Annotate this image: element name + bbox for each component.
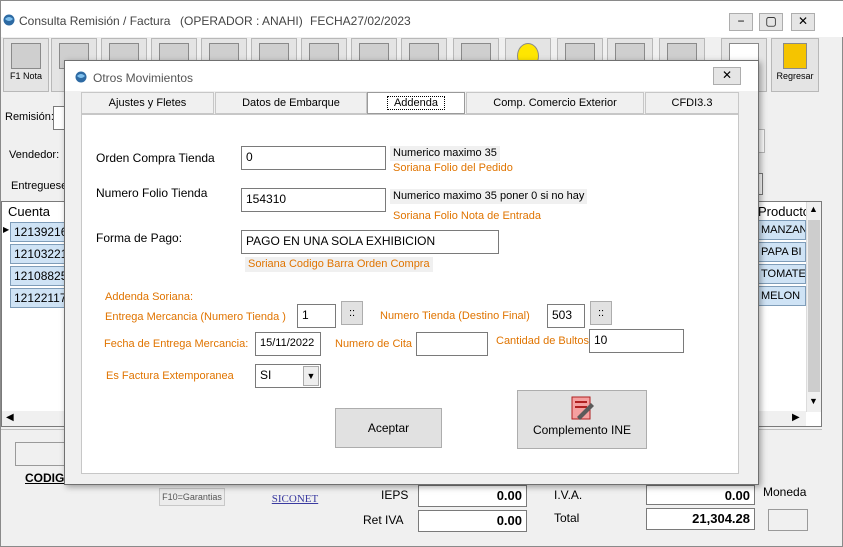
- main-title-bar: Consulta Remisión / Factura (OPERADOR : …: [1, 1, 843, 37]
- regresar-button[interactable]: Regresar: [771, 38, 819, 92]
- close-button[interactable]: ✕: [791, 13, 815, 31]
- toolbar-label: Regresar: [776, 71, 814, 81]
- app-title: Consulta Remisión / Factura: [19, 14, 171, 28]
- folio-sub: Soriana Folio Nota de Entrada: [393, 210, 541, 222]
- garantias-button[interactable]: F10=Garantias: [159, 488, 225, 506]
- producto-cell[interactable]: PAPA BI: [758, 242, 806, 262]
- cita-input[interactable]: [416, 332, 488, 356]
- toolbar-label: F1 Nota: [9, 71, 42, 81]
- aceptar-button[interactable]: Aceptar: [335, 408, 442, 448]
- siconet-logo: SICONET: [269, 491, 321, 517]
- tab-cfdi33[interactable]: CFDI3.3: [645, 92, 739, 114]
- maximize-button[interactable]: ▢: [759, 13, 783, 31]
- fecha-label: Fecha de Entrega Mercancia:: [104, 338, 249, 350]
- ieps-value: 0.00: [418, 485, 527, 507]
- cuenta-cell[interactable]: 12122117: [10, 288, 66, 308]
- vertical-scrollbar[interactable]: ▲ ▼: [806, 202, 821, 412]
- remision-label: Remisión:: [5, 111, 54, 123]
- minimize-button[interactable]: −: [729, 13, 753, 31]
- moneda-label: Moneda: [763, 485, 807, 499]
- footer-field[interactable]: [15, 442, 67, 466]
- scroll-right-icon[interactable]: ▶: [792, 412, 800, 423]
- cuenta-cell[interactable]: 12108825: [10, 266, 66, 286]
- extemporanea-select[interactable]: SI ▼: [255, 364, 321, 388]
- folio-label: Numero Folio Tienda: [96, 186, 208, 200]
- cuenta-header: Cuenta: [8, 204, 50, 219]
- retiva-label: Ret IVA: [363, 513, 404, 527]
- entrega-lookup-button[interactable]: ::: [341, 301, 363, 325]
- document-edit-icon: [569, 395, 595, 423]
- destino-lookup-button[interactable]: ::: [590, 301, 612, 325]
- exit-door-icon: [783, 43, 807, 69]
- dialog-title-bar: Otros Movimientos ✕: [65, 61, 758, 91]
- vendedor-label: Vendedor:: [9, 149, 60, 161]
- folio-hint: Numerico maximo 35 poner 0 si no hay: [390, 189, 588, 204]
- dialog-close-button[interactable]: ✕: [713, 67, 741, 85]
- addenda-soriana-label: Addenda Soriana:: [105, 291, 194, 303]
- app-icon: [3, 14, 15, 26]
- ieps-label: IEPS: [381, 488, 409, 502]
- scroll-up-icon[interactable]: ▲: [809, 204, 818, 214]
- producto-header: Producto: [758, 204, 811, 219]
- entreguese-label: Entreguese: [11, 180, 68, 192]
- destino-input[interactable]: 503: [547, 304, 585, 328]
- iva-value: 0.00: [646, 485, 755, 505]
- extemporanea-value: SI: [260, 368, 272, 382]
- iva-label: I.V.A.: [554, 488, 583, 502]
- extemporanea-label: Es Factura Extemporanea: [106, 370, 234, 382]
- orden-compra-hint: Numerico maximo 35: [390, 146, 500, 161]
- folio-input[interactable]: 154310: [241, 188, 386, 212]
- row-marker: ▶: [3, 225, 10, 234]
- tab-addenda-label: Addenda: [386, 96, 446, 110]
- orden-compra-input[interactable]: 0: [241, 146, 386, 170]
- dialog-app-icon: [75, 71, 87, 83]
- total-value: 21,304.28: [646, 508, 755, 530]
- entrega-label: Entrega Mercancia (Numero Tienda ): [105, 311, 286, 323]
- cuenta-cell[interactable]: 12103221: [10, 244, 66, 264]
- total-label: Total: [554, 511, 580, 525]
- orden-compra-sub: Soriana Folio del Pedido: [393, 162, 513, 174]
- retiva-value: 0.00: [418, 510, 527, 532]
- moneda-field[interactable]: [768, 509, 808, 531]
- destino-label: Numero Tienda (Destino Final): [380, 310, 530, 322]
- scroll-down-icon[interactable]: ▼: [809, 396, 818, 406]
- dropdown-arrow-icon[interactable]: ▼: [303, 366, 319, 386]
- operator-label: (OPERADOR : ANAHI): [180, 14, 303, 28]
- entrega-input[interactable]: 1: [297, 304, 336, 328]
- complemento-ine-button[interactable]: Complemento INE: [517, 390, 647, 449]
- note-icon: [11, 43, 41, 69]
- tab-addenda[interactable]: Addenda: [367, 92, 465, 114]
- aceptar-label: Aceptar: [367, 421, 410, 435]
- fecha-input[interactable]: 15/11/2022: [255, 332, 321, 356]
- forma-pago-sub: Soriana Codigo Barra Orden Compra: [245, 257, 433, 272]
- cita-label: Numero de Cita: [335, 338, 413, 350]
- tab-datos-embarque[interactable]: Datos de Embarque: [215, 92, 367, 114]
- cuenta-cell[interactable]: 12139216: [10, 222, 66, 242]
- dialog-title: Otros Movimientos: [93, 71, 194, 85]
- producto-cell[interactable]: TOMATE: [758, 264, 806, 284]
- producto-cell[interactable]: MELON: [758, 286, 806, 306]
- scroll-thumb[interactable]: [808, 220, 820, 392]
- toolbar-button-f1-nota[interactable]: F1 Nota: [3, 38, 49, 92]
- orden-compra-label: Orden Compra Tienda: [96, 151, 215, 165]
- producto-cell[interactable]: MANZAN: [758, 220, 806, 240]
- complemento-ine-label: Complemento INE: [532, 423, 632, 437]
- scroll-left-icon[interactable]: ◀: [6, 412, 14, 423]
- forma-pago-label: Forma de Pago:: [96, 231, 183, 245]
- otros-movimientos-dialog: Otros Movimientos ✕ Ajustes y Fletes Dat…: [64, 60, 759, 485]
- date-label: FECHA27/02/2023: [310, 14, 411, 28]
- addenda-panel: Orden Compra Tienda 0 Numerico maximo 35…: [81, 114, 739, 474]
- bultos-input[interactable]: 10: [589, 329, 684, 353]
- tab-ajustes-fletes[interactable]: Ajustes y Fletes: [81, 92, 214, 114]
- tab-comp-comercio-exterior[interactable]: Comp. Comercio Exterior: [466, 92, 644, 114]
- bultos-label: Cantidad de Bultos: [496, 335, 589, 347]
- forma-pago-input[interactable]: PAGO EN UNA SOLA EXHIBICION: [241, 230, 499, 254]
- siconet-logo-text: SICONET: [271, 493, 319, 505]
